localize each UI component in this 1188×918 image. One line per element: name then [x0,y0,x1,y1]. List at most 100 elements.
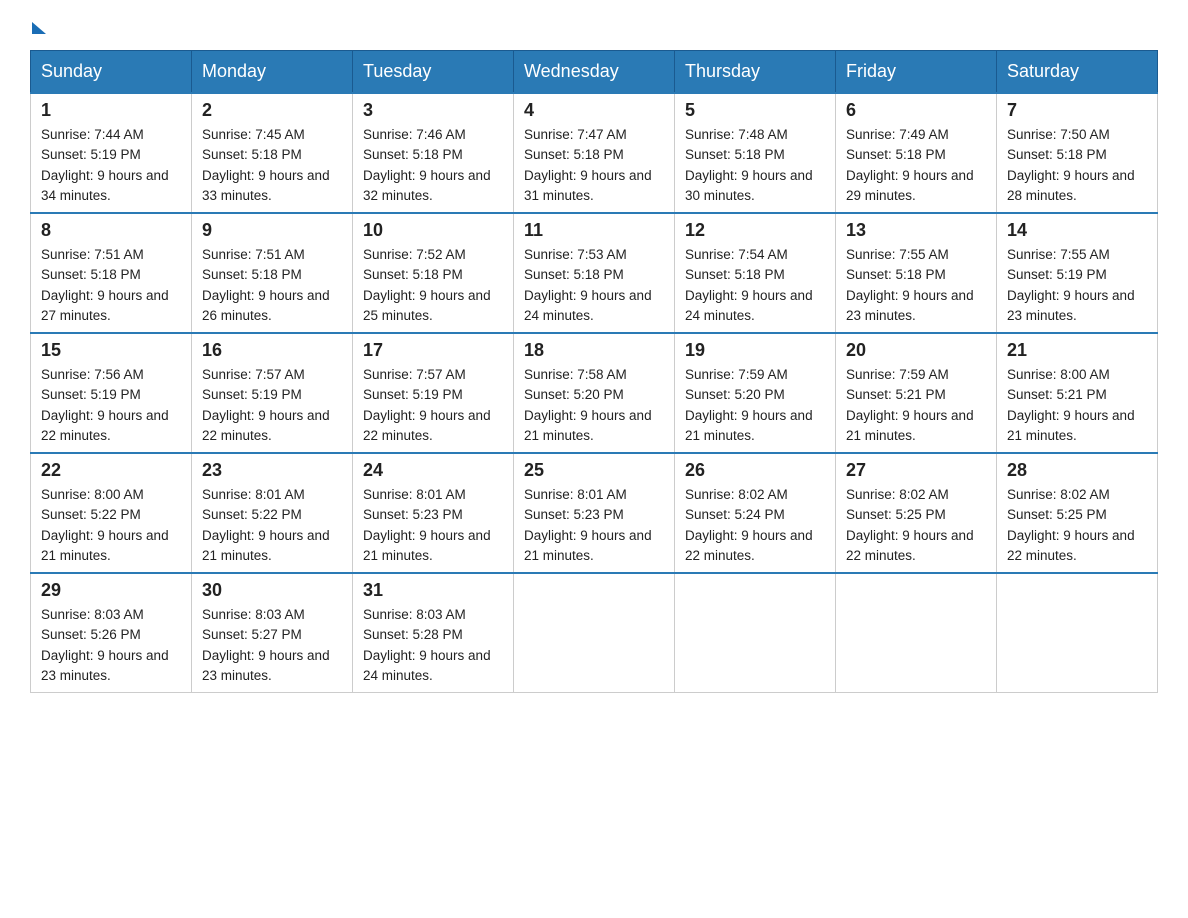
day-number: 23 [202,460,342,481]
day-info: Sunrise: 8:02 AM Sunset: 5:24 PM Dayligh… [685,485,825,566]
day-number: 15 [41,340,181,361]
day-number: 7 [1007,100,1147,121]
weekday-row: SundayMondayTuesdayWednesdayThursdayFrid… [31,51,1158,94]
day-info: Sunrise: 7:46 AM Sunset: 5:18 PM Dayligh… [363,125,503,206]
day-number: 29 [41,580,181,601]
day-number: 8 [41,220,181,241]
page-header [30,20,1158,32]
day-number: 6 [846,100,986,121]
day-info: Sunrise: 7:50 AM Sunset: 5:18 PM Dayligh… [1007,125,1147,206]
calendar-day-10: 10 Sunrise: 7:52 AM Sunset: 5:18 PM Dayl… [353,213,514,333]
day-number: 22 [41,460,181,481]
day-info: Sunrise: 8:02 AM Sunset: 5:25 PM Dayligh… [846,485,986,566]
logo [30,20,46,32]
calendar-day-24: 24 Sunrise: 8:01 AM Sunset: 5:23 PM Dayl… [353,453,514,573]
day-info: Sunrise: 7:45 AM Sunset: 5:18 PM Dayligh… [202,125,342,206]
calendar-day-23: 23 Sunrise: 8:01 AM Sunset: 5:22 PM Dayl… [192,453,353,573]
day-number: 3 [363,100,503,121]
day-info: Sunrise: 7:56 AM Sunset: 5:19 PM Dayligh… [41,365,181,446]
calendar-day-5: 5 Sunrise: 7:48 AM Sunset: 5:18 PM Dayli… [675,93,836,213]
calendar-day-31: 31 Sunrise: 8:03 AM Sunset: 5:28 PM Dayl… [353,573,514,693]
day-number: 9 [202,220,342,241]
day-info: Sunrise: 8:01 AM Sunset: 5:23 PM Dayligh… [363,485,503,566]
calendar-day-2: 2 Sunrise: 7:45 AM Sunset: 5:18 PM Dayli… [192,93,353,213]
day-info: Sunrise: 7:48 AM Sunset: 5:18 PM Dayligh… [685,125,825,206]
day-info: Sunrise: 7:55 AM Sunset: 5:19 PM Dayligh… [1007,245,1147,326]
day-number: 17 [363,340,503,361]
day-number: 19 [685,340,825,361]
day-number: 31 [363,580,503,601]
empty-cell [675,573,836,693]
day-number: 26 [685,460,825,481]
calendar-day-11: 11 Sunrise: 7:53 AM Sunset: 5:18 PM Dayl… [514,213,675,333]
day-info: Sunrise: 7:51 AM Sunset: 5:18 PM Dayligh… [41,245,181,326]
calendar-day-14: 14 Sunrise: 7:55 AM Sunset: 5:19 PM Dayl… [997,213,1158,333]
day-info: Sunrise: 7:57 AM Sunset: 5:19 PM Dayligh… [363,365,503,446]
day-number: 20 [846,340,986,361]
calendar-week-3: 15 Sunrise: 7:56 AM Sunset: 5:19 PM Dayl… [31,333,1158,453]
day-info: Sunrise: 8:02 AM Sunset: 5:25 PM Dayligh… [1007,485,1147,566]
day-number: 4 [524,100,664,121]
calendar-day-19: 19 Sunrise: 7:59 AM Sunset: 5:20 PM Dayl… [675,333,836,453]
calendar-week-1: 1 Sunrise: 7:44 AM Sunset: 5:19 PM Dayli… [31,93,1158,213]
calendar-day-29: 29 Sunrise: 8:03 AM Sunset: 5:26 PM Dayl… [31,573,192,693]
day-number: 27 [846,460,986,481]
day-number: 1 [41,100,181,121]
weekday-header-thursday: Thursday [675,51,836,94]
day-number: 25 [524,460,664,481]
day-info: Sunrise: 8:03 AM Sunset: 5:26 PM Dayligh… [41,605,181,686]
day-info: Sunrise: 7:44 AM Sunset: 5:19 PM Dayligh… [41,125,181,206]
day-info: Sunrise: 7:51 AM Sunset: 5:18 PM Dayligh… [202,245,342,326]
day-number: 14 [1007,220,1147,241]
day-number: 24 [363,460,503,481]
calendar-day-6: 6 Sunrise: 7:49 AM Sunset: 5:18 PM Dayli… [836,93,997,213]
day-info: Sunrise: 7:59 AM Sunset: 5:21 PM Dayligh… [846,365,986,446]
day-info: Sunrise: 7:49 AM Sunset: 5:18 PM Dayligh… [846,125,986,206]
calendar-day-13: 13 Sunrise: 7:55 AM Sunset: 5:18 PM Dayl… [836,213,997,333]
weekday-header-saturday: Saturday [997,51,1158,94]
day-number: 18 [524,340,664,361]
day-number: 16 [202,340,342,361]
weekday-header-wednesday: Wednesday [514,51,675,94]
calendar-day-8: 8 Sunrise: 7:51 AM Sunset: 5:18 PM Dayli… [31,213,192,333]
day-info: Sunrise: 7:52 AM Sunset: 5:18 PM Dayligh… [363,245,503,326]
calendar-day-16: 16 Sunrise: 7:57 AM Sunset: 5:19 PM Dayl… [192,333,353,453]
calendar-day-17: 17 Sunrise: 7:57 AM Sunset: 5:19 PM Dayl… [353,333,514,453]
calendar-day-4: 4 Sunrise: 7:47 AM Sunset: 5:18 PM Dayli… [514,93,675,213]
day-info: Sunrise: 7:54 AM Sunset: 5:18 PM Dayligh… [685,245,825,326]
calendar-week-2: 8 Sunrise: 7:51 AM Sunset: 5:18 PM Dayli… [31,213,1158,333]
day-info: Sunrise: 8:00 AM Sunset: 5:22 PM Dayligh… [41,485,181,566]
calendar-week-4: 22 Sunrise: 8:00 AM Sunset: 5:22 PM Dayl… [31,453,1158,573]
calendar-day-3: 3 Sunrise: 7:46 AM Sunset: 5:18 PM Dayli… [353,93,514,213]
calendar-day-15: 15 Sunrise: 7:56 AM Sunset: 5:19 PM Dayl… [31,333,192,453]
day-info: Sunrise: 7:47 AM Sunset: 5:18 PM Dayligh… [524,125,664,206]
day-number: 5 [685,100,825,121]
day-number: 21 [1007,340,1147,361]
calendar-day-7: 7 Sunrise: 7:50 AM Sunset: 5:18 PM Dayli… [997,93,1158,213]
day-info: Sunrise: 7:57 AM Sunset: 5:19 PM Dayligh… [202,365,342,446]
empty-cell [997,573,1158,693]
day-number: 11 [524,220,664,241]
calendar-body: 1 Sunrise: 7:44 AM Sunset: 5:19 PM Dayli… [31,93,1158,693]
weekday-header-monday: Monday [192,51,353,94]
day-info: Sunrise: 8:03 AM Sunset: 5:28 PM Dayligh… [363,605,503,686]
day-info: Sunrise: 7:58 AM Sunset: 5:20 PM Dayligh… [524,365,664,446]
day-info: Sunrise: 8:03 AM Sunset: 5:27 PM Dayligh… [202,605,342,686]
empty-cell [514,573,675,693]
day-number: 13 [846,220,986,241]
day-info: Sunrise: 8:01 AM Sunset: 5:22 PM Dayligh… [202,485,342,566]
day-number: 28 [1007,460,1147,481]
day-info: Sunrise: 8:00 AM Sunset: 5:21 PM Dayligh… [1007,365,1147,446]
day-info: Sunrise: 7:53 AM Sunset: 5:18 PM Dayligh… [524,245,664,326]
calendar-day-18: 18 Sunrise: 7:58 AM Sunset: 5:20 PM Dayl… [514,333,675,453]
calendar-day-1: 1 Sunrise: 7:44 AM Sunset: 5:19 PM Dayli… [31,93,192,213]
calendar-day-25: 25 Sunrise: 8:01 AM Sunset: 5:23 PM Dayl… [514,453,675,573]
calendar-day-22: 22 Sunrise: 8:00 AM Sunset: 5:22 PM Dayl… [31,453,192,573]
calendar-day-26: 26 Sunrise: 8:02 AM Sunset: 5:24 PM Dayl… [675,453,836,573]
calendar-day-20: 20 Sunrise: 7:59 AM Sunset: 5:21 PM Dayl… [836,333,997,453]
calendar-week-5: 29 Sunrise: 8:03 AM Sunset: 5:26 PM Dayl… [31,573,1158,693]
calendar-header: SundayMondayTuesdayWednesdayThursdayFrid… [31,51,1158,94]
day-info: Sunrise: 7:59 AM Sunset: 5:20 PM Dayligh… [685,365,825,446]
weekday-header-friday: Friday [836,51,997,94]
empty-cell [836,573,997,693]
